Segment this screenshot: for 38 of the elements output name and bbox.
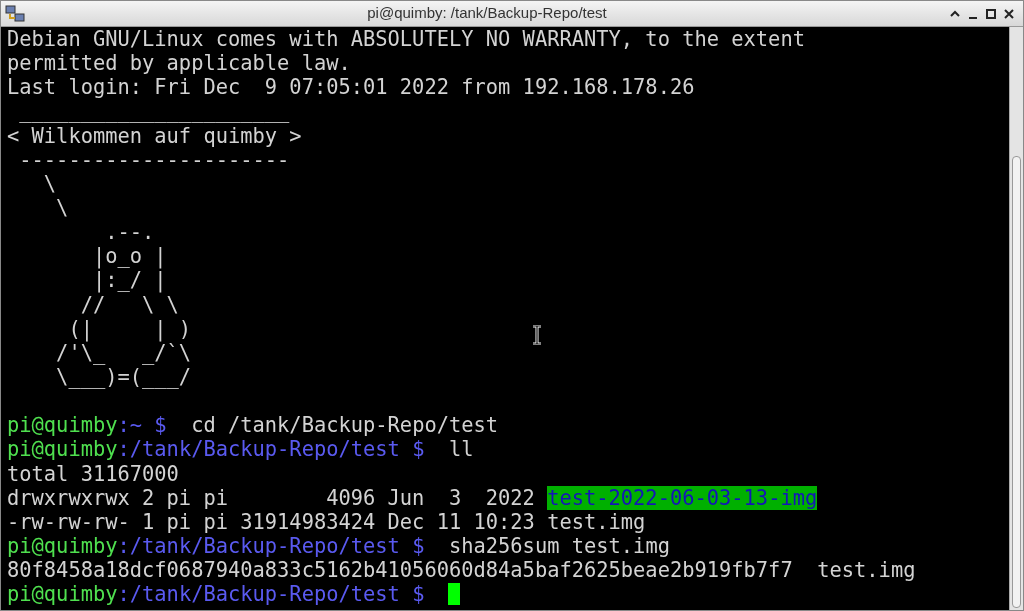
terminal-text: ______________________ <box>18 99 290 124</box>
terminal-text: < Wilkommen auf quimby > <box>7 123 302 148</box>
prompt-path: :/tank/Backup-Repo/test $ <box>117 582 425 607</box>
network-computer-icon[interactable] <box>5 4 25 23</box>
terminal-text: \ <box>42 171 57 196</box>
terminal-text: Debian GNU/Linux comes with ABSOLUTELY NO WARRANTY, to the extent <box>7 27 805 52</box>
prompt-user: pi@quimby <box>7 413 118 438</box>
prompt-path: :/tank/Backup-Repo/test $ <box>117 437 425 462</box>
terminal-text: sha256sum test.img <box>447 533 670 559</box>
window-title: pi@quimby: /tank/Backup-Repo/test <box>367 3 607 24</box>
maximize-icon[interactable] <box>985 7 997 20</box>
terminal-text: ll <box>447 437 474 462</box>
terminal-text: \___)=(___/ <box>55 364 192 390</box>
terminal-text: \ <box>55 196 69 221</box>
directory-name: test-2022-06-03-13-img <box>547 485 818 510</box>
scrollbar-thumb[interactable] <box>1012 156 1021 608</box>
terminal-text: |o_o | <box>91 244 167 269</box>
terminal-text: Last login: Fri Dec 9 07:05:01 2022 from 192.168.178.26 <box>7 75 695 100</box>
terminal-text: permitted by applicable law. <box>7 51 351 76</box>
prompt-user: pi@quimby <box>7 582 118 607</box>
mouse-ibeam-icon <box>531 325 543 345</box>
terminal-text: -rw-rw-rw- 1 pi pi 31914983424 Dec 11 10:23 test.img <box>7 509 646 534</box>
prompt-path: :/tank/Backup-Repo/test $ <box>117 533 425 559</box>
terminal-text: .--. <box>104 220 155 245</box>
terminal-text: ---------------------- <box>18 147 290 172</box>
scrollbar[interactable] <box>1009 27 1023 610</box>
close-icon[interactable] <box>1003 7 1015 20</box>
terminal-text: drwxrwxrwx 2 pi pi 4096 Jun 3 2022 <box>7 485 536 510</box>
terminal-text: // \ \ <box>79 292 179 317</box>
terminal-text: (| | ) <box>67 316 192 341</box>
prompt-user: pi@quimby <box>7 533 118 559</box>
terminal-text: total 31167000 <box>7 461 179 486</box>
terminal-text: cd /tank/Backup-Repo/test <box>190 413 499 438</box>
prompt-path: :~ $ <box>117 413 167 438</box>
terminal-area[interactable] <box>1 27 1009 610</box>
prompt-user: pi@quimby <box>7 437 118 462</box>
terminal-text: |:_/ | <box>91 268 167 293</box>
terminal-text: 80f8458a18dcf0687940a833c5162b41056060d84a5baf2625beae2b919fb7f7 test.img <box>7 558 916 583</box>
